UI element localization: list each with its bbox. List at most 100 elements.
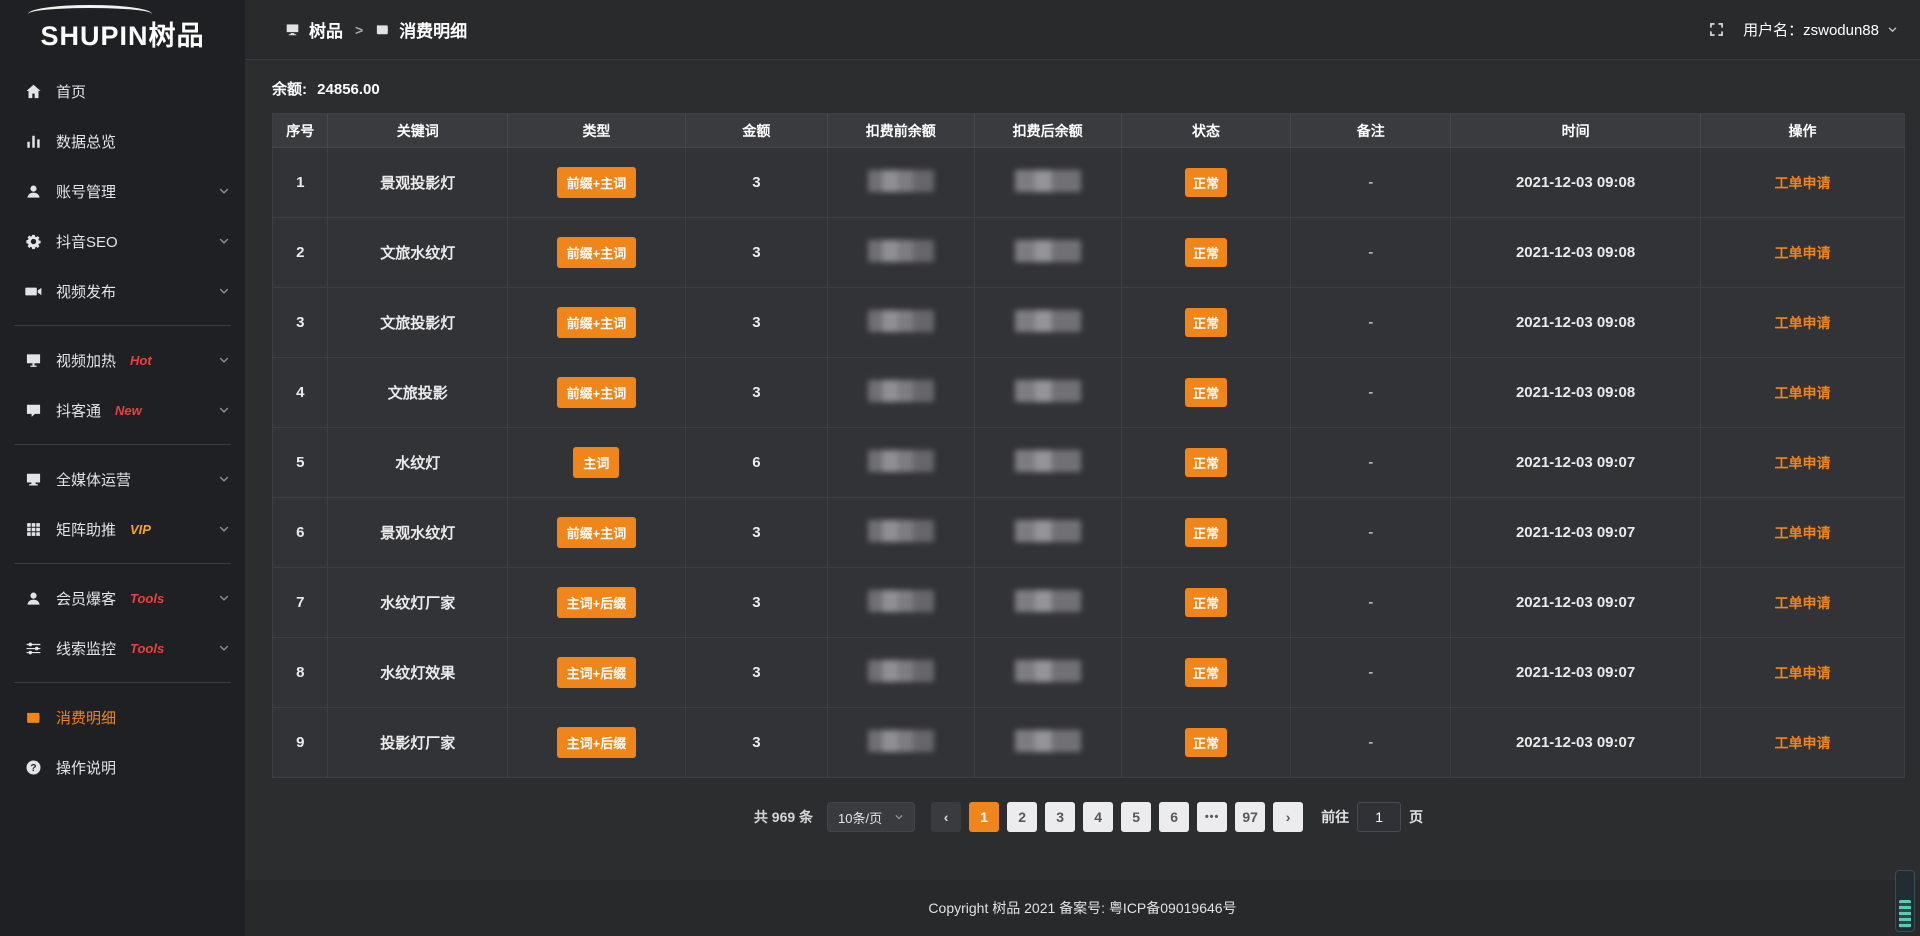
grid-icon [25, 521, 42, 538]
sidebar-item-label: 线索监控 [56, 638, 116, 659]
sidebar-item-home[interactable]: 首页 [0, 66, 245, 116]
topbar-right: 用户名：zswodun88 [1708, 19, 1898, 40]
redacted-balance-before [868, 240, 934, 262]
jump-page-input[interactable] [1357, 802, 1401, 832]
sidebar-item-label: 操作说明 [56, 757, 116, 778]
page-button-5[interactable]: 5 [1121, 802, 1151, 832]
work-order-link[interactable]: 工单申请 [1774, 595, 1830, 611]
page-button-97[interactable]: 97 [1235, 802, 1265, 832]
breadcrumb-root[interactable]: 树品 [309, 17, 343, 42]
cell-time: 2021-12-03 09:08 [1451, 358, 1701, 428]
work-order-link[interactable]: 工单申请 [1774, 385, 1830, 401]
work-order-link[interactable]: 工单申请 [1774, 455, 1830, 471]
cell-status: 正常 [1121, 638, 1291, 708]
redacted-balance-after [1015, 240, 1081, 262]
sidebar-item-member-baoke[interactable]: 会员爆客Tools [0, 573, 245, 623]
work-order-link[interactable]: 工单申请 [1774, 315, 1830, 331]
chevron-down-icon [218, 642, 230, 654]
redacted-balance-after [1015, 310, 1081, 332]
sidebar-item-douyin-seo[interactable]: 抖音SEO [0, 216, 245, 266]
cell-note: - [1291, 288, 1451, 358]
redacted-balance-after [1015, 170, 1081, 192]
sidebar-item-account-management[interactable]: 账号管理 [0, 166, 245, 216]
sidebar-item-operation-guide[interactable]: ? 操作说明 [0, 742, 245, 792]
cell-amount: 3 [685, 708, 827, 778]
sidebar-item-label: 抖客通 [56, 400, 101, 421]
cell-time: 2021-12-03 09:07 [1451, 638, 1701, 708]
work-order-link[interactable]: 工单申请 [1774, 245, 1830, 261]
floating-widget[interactable] [1895, 870, 1915, 932]
page-button-6[interactable]: 6 [1159, 802, 1189, 832]
page-button-4[interactable]: 4 [1083, 802, 1113, 832]
chevron-down-icon [218, 354, 230, 366]
sidebar-item-video-heat[interactable]: 视频加热Hot [0, 335, 245, 385]
page-button-1[interactable]: 1 [969, 802, 999, 832]
prev-page-button[interactable]: ‹ [931, 802, 961, 832]
chevron-down-icon [218, 235, 230, 247]
page-button-3[interactable]: 3 [1045, 802, 1075, 832]
page-more-button[interactable]: ••• [1197, 802, 1227, 832]
sidebar-item-consumption-detail[interactable]: 消费明细 [0, 692, 245, 742]
cell-balance-before [827, 638, 974, 708]
sidebar-divider [14, 444, 231, 445]
cell-keyword: 水纹灯 [328, 428, 508, 498]
work-order-link[interactable]: 工单申请 [1774, 665, 1830, 681]
sidebar-item-video-publish[interactable]: 视频发布 [0, 266, 245, 316]
type-badge: 主词+后缀 [557, 727, 637, 758]
cell-amount: 3 [685, 288, 827, 358]
sidebar-divider [14, 563, 231, 564]
cell-status: 正常 [1121, 708, 1291, 778]
fullscreen-icon[interactable] [1708, 21, 1725, 38]
status-badge: 正常 [1185, 238, 1227, 267]
page-size-select[interactable]: 10条/页 [827, 802, 915, 832]
status-badge: 正常 [1185, 728, 1227, 757]
chevron-down-icon [894, 812, 904, 822]
copyright-text: Copyright 树品 2021 备案号: 粤ICP备09019646号 [928, 898, 1236, 918]
cell-time: 2021-12-03 09:08 [1451, 288, 1701, 358]
type-badge: 前缀+主词 [557, 377, 637, 408]
col-keyword: 关键词 [328, 114, 508, 148]
cell-keyword: 景观投影灯 [328, 148, 508, 218]
work-order-link[interactable]: 工单申请 [1774, 175, 1830, 191]
user-menu[interactable]: 用户名：zswodun88 [1743, 19, 1898, 40]
col-balance-before: 扣费前余额 [827, 114, 974, 148]
sidebar-item-badge: Tools [130, 591, 164, 606]
table-row: 7 水纹灯厂家 主词+后缀 3 正常 - 2021-12-03 09:07 工单… [273, 568, 1905, 638]
work-order-link[interactable]: 工单申请 [1774, 525, 1830, 541]
work-order-link[interactable]: 工单申请 [1774, 735, 1830, 751]
status-badge: 正常 [1185, 378, 1227, 407]
cell-type: 前缀+主词 [508, 288, 686, 358]
cell-balance-after [974, 638, 1121, 708]
cell-action: 工单申请 [1700, 568, 1904, 638]
app-root: SHUPIN树品 首页 数据总览 账号管理 抖音SEO 视频发布 视频加热Hot… [0, 0, 1920, 936]
cell-time: 2021-12-03 09:07 [1451, 498, 1701, 568]
sidebar-item-doukotong[interactable]: 抖客通New [0, 385, 245, 435]
cell-action: 工单申请 [1700, 638, 1904, 708]
next-page-button[interactable]: › [1273, 802, 1303, 832]
redacted-balance-before [868, 590, 934, 612]
cell-amount: 3 [685, 568, 827, 638]
footer: Copyright 树品 2021 备案号: 粤ICP备09019646号 [245, 880, 1920, 936]
breadcrumb-separator: > [355, 22, 363, 38]
cell-action: 工单申请 [1700, 428, 1904, 498]
sidebar-item-all-media-ops[interactable]: 全媒体运营 [0, 454, 245, 504]
cell-amount: 6 [685, 428, 827, 498]
table-row: 6 景观水纹灯 前缀+主词 3 正常 - 2021-12-03 09:07 工单… [273, 498, 1905, 568]
sidebar-item-data-overview[interactable]: 数据总览 [0, 116, 245, 166]
cell-time: 2021-12-03 09:08 [1451, 148, 1701, 218]
cell-note: - [1291, 568, 1451, 638]
status-badge: 正常 [1185, 518, 1227, 547]
type-badge: 前缀+主词 [557, 167, 637, 198]
cell-note: - [1291, 498, 1451, 568]
sidebar-item-matrix-boost[interactable]: 矩阵助推VIP [0, 504, 245, 554]
sidebar-item-label: 矩阵助推 [56, 519, 116, 540]
sidebar-item-clue-monitor[interactable]: 线索监控Tools [0, 623, 245, 673]
status-badge: 正常 [1185, 658, 1227, 687]
page-button-2[interactable]: 2 [1007, 802, 1037, 832]
type-badge: 前缀+主词 [557, 237, 637, 268]
sidebar-item-label: 全媒体运营 [56, 469, 131, 490]
sidebar-item-label: 视频发布 [56, 281, 116, 302]
chevron-down-icon [218, 185, 230, 197]
type-badge: 前缀+主词 [557, 517, 637, 548]
chevron-down-icon [218, 473, 230, 485]
